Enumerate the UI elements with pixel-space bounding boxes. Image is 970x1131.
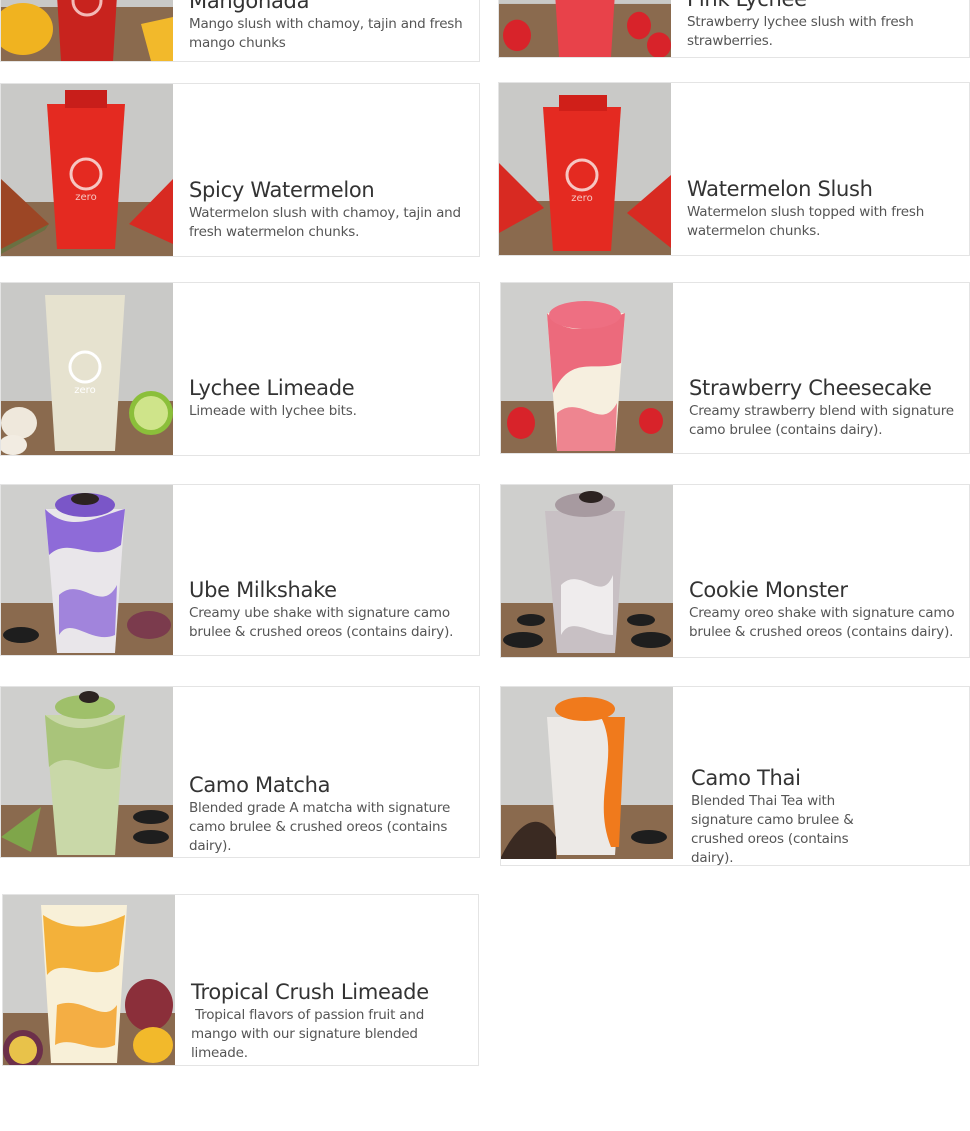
cup-logo-text: zero [74,385,95,396]
menu-card-watermelon-slush[interactable]: zero Watermelon Slush Watermelon slush t… [498,82,970,256]
drink-title: Spicy Watermelon [189,178,375,202]
drink-photo [501,283,673,453]
drink-description: Strawberry lychee slush with fresh straw… [687,14,914,49]
drink-description: Watermelon slush topped with fresh water… [687,204,925,239]
drink-photo [1,0,173,61]
drink-photo [1,687,173,857]
cup-logo-text: zero [571,193,592,204]
drink-description: Creamy strawberry blend with signature c… [689,403,954,438]
drink-photo [1,485,173,655]
drink-description: Tropical flavors of passion fruit and ma… [191,1007,429,1061]
drink-photo [3,895,175,1065]
menu-card-tropical-crush-limeade[interactable]: Tropical Crush Limeade Tropical flavors … [2,894,479,1066]
drink-title: Tropical Crush Limeade [191,980,429,1004]
drink-title: Camo Thai [691,766,801,790]
drink-description: Blended Thai Tea with signature camo bru… [691,793,854,866]
drink-description: Creamy ube shake with signature camo bru… [189,605,454,640]
drink-description: Mango slush with chamoy, tajin and fresh… [189,16,463,51]
menu-card-ube-milkshake[interactable]: Ube Milkshake Creamy ube shake with sign… [0,484,480,656]
drink-photo: zero [1,84,173,256]
drink-title: Mangonada [189,0,310,13]
menu-card-mangonada[interactable]: Mangonada Mango slush with chamoy, tajin… [0,0,480,62]
drink-description: Watermelon slush with chamoy, tajin and … [189,205,461,240]
drink-title: Strawberry Cheesecake [689,376,932,400]
drink-photo [501,485,673,657]
cup-logo-text: zero [75,192,96,203]
drink-photo [499,0,671,57]
drink-description: Blended grade A matcha with signature ca… [189,800,451,854]
drink-photo [501,687,673,859]
menu-card-cookie-monster[interactable]: Cookie Monster Creamy oreo shake with si… [500,484,970,658]
drink-title: Camo Matcha [189,773,331,797]
drink-title: Pink Lychee [687,0,957,13]
drink-description: Limeade with lychee bits. [189,403,357,419]
drink-description: Creamy oreo shake with signature camo br… [689,605,955,640]
drink-photo: zero [499,83,671,255]
menu-card-spicy-watermelon[interactable]: zero Spicy Watermelon Watermelon slush w… [0,83,480,257]
drink-title: Lychee Limeade [189,376,355,400]
menu-card-camo-matcha[interactable]: Camo Matcha Blended grade A matcha with … [0,686,480,858]
drink-photo: zero [1,283,173,455]
drink-title: Ube Milkshake [189,578,337,602]
menu-card-lychee-limeade[interactable]: zero Lychee Limeade Limeade with lychee … [0,282,480,456]
menu-card-camo-thai[interactable]: Camo Thai Blended Thai Tea with signatur… [500,686,970,866]
drink-title: Cookie Monster [689,578,848,602]
menu-card-pink-lychee[interactable]: Pink Lychee Strawberry lychee slush with… [498,0,970,58]
menu-card-strawberry-cheesecake[interactable]: Strawberry Cheesecake Creamy strawberry … [500,282,970,454]
drink-title: Watermelon Slush [687,177,873,201]
